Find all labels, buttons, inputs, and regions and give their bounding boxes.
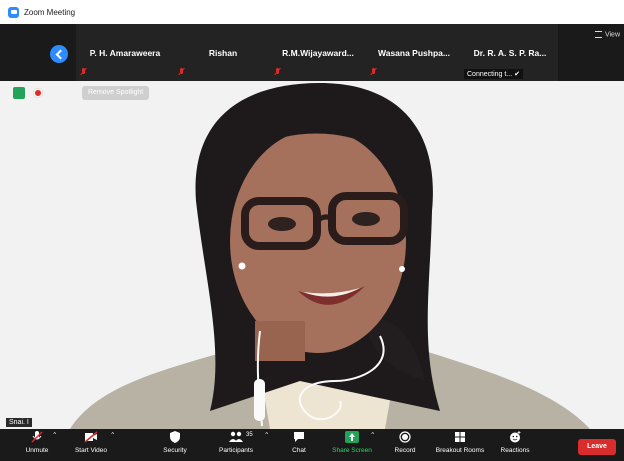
participant-tile[interactable]: Dr. R. A. S. P. Ra... Connecting t... ✔	[462, 24, 558, 81]
participants-button[interactable]: 35 Participants	[210, 431, 262, 454]
share-screen-label: Share Screen	[332, 447, 372, 454]
reactions-smiley-icon	[510, 431, 521, 443]
view-label: View	[604, 31, 620, 39]
remove-spotlight-button[interactable]: Remove Spotlight	[82, 86, 150, 100]
participant-tile[interactable]: R.M.Wijayaward...	[270, 24, 366, 81]
recording-indicator-icon	[33, 88, 43, 98]
zoom-app-icon	[8, 6, 19, 18]
speaker-name-tag: Snai. I	[6, 418, 32, 427]
breakout-rooms-label: Breakout Rooms	[435, 447, 485, 454]
chat-icon	[294, 432, 304, 442]
record-icon	[399, 431, 411, 443]
video-off-icon	[84, 431, 98, 443]
breakout-rooms-button[interactable]: Breakout Rooms	[432, 431, 488, 454]
share-screen-icon	[345, 431, 359, 443]
participant-name: P. H. Amaraweera	[89, 48, 161, 58]
encryption-shield-icon[interactable]	[13, 87, 25, 99]
reactions-button[interactable]: Reactions	[496, 431, 534, 454]
muted-mic-icon	[80, 68, 87, 76]
video-options-caret[interactable]: ⌃	[110, 431, 115, 439]
unmute-label: Unmute	[25, 447, 49, 454]
record-label: Record	[394, 447, 416, 454]
participant-name: Dr. R. A. S. P. Ra...	[473, 48, 547, 58]
view-button[interactable]: View	[594, 31, 620, 39]
speaker-video-frame	[70, 83, 590, 429]
share-screen-button[interactable]: Share Screen	[328, 431, 376, 454]
muted-mic-icon	[178, 68, 185, 76]
security-label: Security	[163, 447, 187, 454]
chat-button[interactable]: Chat	[284, 431, 314, 454]
previous-page-button[interactable]	[50, 45, 68, 63]
muted-mic-icon	[370, 68, 377, 76]
breakout-rooms-icon	[455, 432, 465, 442]
grid-view-icon	[594, 31, 602, 38]
participant-tile[interactable]: Wasana Pushpa...	[366, 24, 462, 81]
participants-label: Participants	[219, 447, 253, 454]
connecting-status: Connecting t... ✔	[464, 69, 523, 79]
record-button[interactable]: Record	[388, 431, 422, 454]
meeting-toolbar: Unmute ⌃ Start Video ⌃ Security 35 Parti…	[0, 429, 624, 461]
leave-button[interactable]: Leave	[578, 439, 616, 455]
participant-tile[interactable]: Rishan	[174, 24, 272, 81]
muted-mic-icon	[274, 68, 281, 76]
participant-count: 35	[246, 432, 253, 438]
audio-options-caret[interactable]: ⌃	[52, 431, 57, 439]
share-options-caret[interactable]: ⌃	[370, 431, 375, 439]
participants-options-caret[interactable]: ⌃	[264, 431, 269, 439]
reactions-label: Reactions	[500, 447, 530, 454]
chat-label: Chat	[292, 447, 306, 454]
muted-mic-icon	[31, 431, 43, 443]
meeting-stage: P. H. Amaraweera Rishan R.M.Wijayaward..…	[0, 24, 624, 461]
security-button[interactable]: Security	[155, 431, 195, 454]
start-video-button[interactable]: Start Video	[66, 431, 116, 454]
main-video: Remove Spotlight Snai. I	[0, 81, 624, 429]
participant-filmstrip: P. H. Amaraweera Rishan R.M.Wijayaward..…	[0, 24, 624, 81]
start-video-label: Start Video	[74, 447, 108, 454]
participant-name: Rishan	[208, 48, 238, 58]
participants-icon	[229, 431, 243, 442]
participant-name: Wasana Pushpa...	[378, 48, 450, 58]
title-bar: Zoom Meeting	[0, 0, 624, 24]
participant-tile[interactable]: P. H. Amaraweera	[76, 24, 174, 81]
participant-name: R.M.Wijayaward...	[282, 48, 354, 58]
security-shield-icon	[170, 431, 180, 443]
window-title: Zoom Meeting	[24, 7, 76, 17]
